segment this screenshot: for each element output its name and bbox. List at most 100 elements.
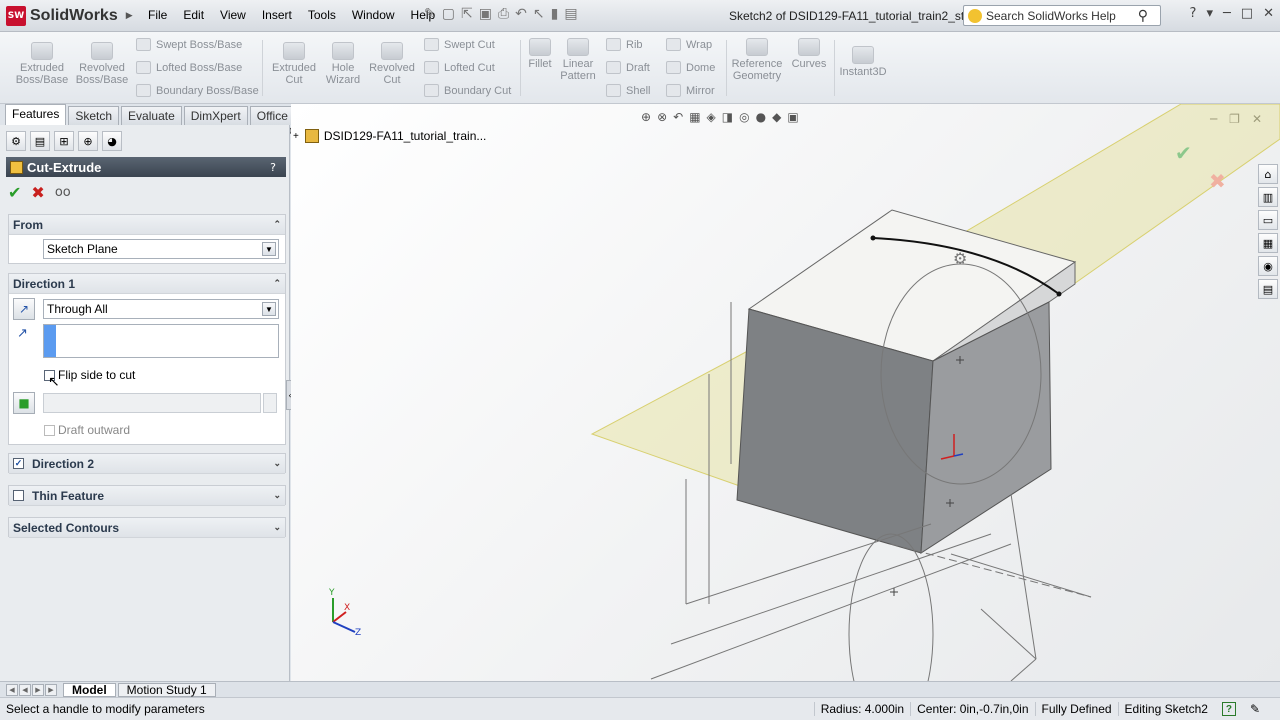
cancel-icon[interactable]: ✖ — [31, 183, 44, 202]
menu-expand-arrow-icon[interactable]: ▶ — [126, 11, 133, 21]
ok-icon[interactable]: ✔ — [8, 183, 21, 202]
draft-outward-option[interactable]: Draft outward — [44, 423, 130, 437]
expand-icon[interactable]: ⌄ — [273, 522, 281, 533]
confirm-ok-icon[interactable]: ✔ — [1175, 141, 1192, 165]
collapse-icon[interactable]: ⌃ — [273, 278, 281, 289]
reference-geometry-button[interactable]: Reference Geometry — [728, 38, 786, 82]
from-header[interactable]: From ⌃ — [9, 215, 285, 235]
app-logo[interactable]: SW SolidWorks ▶ — [6, 6, 133, 26]
revolved-boss-button[interactable]: Revolved Boss/Base — [74, 42, 130, 86]
menu-view[interactable]: View — [212, 8, 254, 22]
thin-feature-header[interactable]: Thin Feature ⌄ — [9, 486, 285, 506]
extruded-cut-button[interactable]: Extruded Cut — [266, 42, 322, 86]
help-menu-icon[interactable]: ? — [1190, 6, 1197, 21]
menu-tools[interactable]: Tools — [300, 8, 344, 22]
fillet-button[interactable]: Fillet — [524, 38, 556, 70]
print-icon[interactable]: ⎙ — [498, 6, 509, 22]
thin-feature-checkbox[interactable] — [13, 490, 24, 501]
rebuild-icon[interactable]: ▮ — [551, 6, 559, 22]
close-icon[interactable]: ✕ — [1263, 6, 1274, 21]
chevron-down-icon[interactable]: ▼ — [262, 302, 276, 316]
tab-evaluate[interactable]: Evaluate — [121, 106, 182, 125]
direction2-checkbox[interactable]: ✓ — [13, 458, 24, 469]
draft-on-off-icon[interactable]: ■ — [13, 392, 35, 414]
direction-selection-box[interactable] — [43, 324, 279, 358]
display-manager-icon[interactable]: ◕ — [102, 131, 122, 151]
view-palette-icon[interactable]: ▦ — [1258, 233, 1278, 253]
instant3d-button[interactable]: Instant3D — [836, 46, 890, 78]
next-tab-icon[interactable]: ▶ — [32, 683, 44, 696]
prev-tab-icon[interactable]: ◀ — [19, 683, 31, 696]
status-help-icon[interactable]: ? — [1221, 702, 1236, 716]
graphics-area[interactable]: ⊕ ⊗ ↶ ▦ ◈ ◨ ◎ ● ◆ ▣ ─ ❐ ✕ + DSID129-FA11… — [291, 104, 1280, 681]
appearances-icon[interactable]: ◉ — [1258, 256, 1278, 276]
mirror-button[interactable]: Mirror — [666, 84, 715, 97]
help-button[interactable]: ? — [270, 161, 276, 174]
wrap-button[interactable]: Wrap — [666, 38, 712, 51]
lofted-boss-button[interactable]: Lofted Boss/Base — [136, 61, 242, 74]
dimxpert-manager-icon[interactable]: ⊕ — [78, 131, 98, 151]
swept-boss-button[interactable]: Swept Boss/Base — [136, 38, 242, 51]
last-tab-icon[interactable]: ▶ — [45, 683, 57, 696]
draft-outward-checkbox[interactable] — [44, 424, 55, 436]
revolved-cut-button[interactable]: Revolved Cut — [364, 42, 420, 86]
linear-pattern-button[interactable]: Linear Pattern — [556, 38, 600, 82]
preview-icon[interactable]: oo — [55, 185, 71, 200]
chevron-down-icon[interactable]: ▼ — [262, 242, 276, 256]
custom-properties-icon[interactable]: ▤ — [1258, 279, 1278, 299]
property-manager-icon[interactable]: ▤ — [30, 131, 50, 151]
confirm-cancel-icon[interactable]: ✖ — [1209, 169, 1226, 193]
menu-file[interactable]: File — [140, 8, 175, 22]
search-input[interactable]: Search SolidWorks Help — [986, 9, 1138, 23]
draft-angle-input[interactable] — [43, 393, 261, 413]
dome-button[interactable]: Dome — [666, 61, 715, 74]
first-tab-icon[interactable]: ◀ — [6, 683, 18, 696]
shell-button[interactable]: Shell — [606, 84, 650, 97]
expand-icon[interactable]: ⌄ — [273, 490, 281, 501]
tab-dimxpert[interactable]: DimXpert — [183, 106, 248, 125]
drag-handle-icon[interactable]: ⚙ — [953, 249, 967, 268]
draft-angle-spinner[interactable] — [263, 393, 277, 413]
dropdown-icon[interactable]: ▾ — [1206, 6, 1213, 21]
from-select[interactable]: Sketch Plane ▼ — [43, 239, 279, 259]
reverse-direction-icon[interactable]: ↗ — [13, 298, 35, 320]
open-icon[interactable]: ⇱ — [461, 6, 473, 22]
collapse-icon[interactable]: ⌃ — [273, 219, 281, 230]
direction2-header[interactable]: ✓ Direction 2 ⌄ — [9, 454, 285, 474]
options-icon[interactable]: ▤ — [564, 6, 577, 22]
curves-button[interactable]: Curves — [788, 38, 830, 70]
lofted-cut-button[interactable]: Lofted Cut — [424, 61, 495, 74]
boundary-cut-button[interactable]: Boundary Cut — [424, 84, 511, 97]
menu-insert[interactable]: Insert — [254, 8, 300, 22]
menu-edit[interactable]: Edit — [175, 8, 212, 22]
direction1-header[interactable]: Direction 1 ⌃ — [9, 274, 285, 294]
hole-wizard-button[interactable]: Hole Wizard — [316, 42, 370, 86]
undo-icon[interactable]: ↶ — [515, 6, 527, 22]
boundary-boss-button[interactable]: Boundary Boss/Base — [136, 84, 259, 97]
draft-button[interactable]: Draft — [606, 61, 650, 74]
extruded-boss-button[interactable]: Extruded Boss/Base — [14, 42, 70, 86]
design-library-icon[interactable]: ▥ — [1258, 187, 1278, 207]
rebuild-status-icon[interactable]: ✎ — [1250, 702, 1260, 716]
search-scope-icon[interactable] — [968, 8, 982, 23]
save-icon[interactable]: ▣ — [479, 6, 492, 22]
tab-motion-study[interactable]: Motion Study 1 — [117, 682, 216, 697]
feature-manager-icon[interactable]: ⚙ — [6, 131, 26, 151]
file-explorer-icon[interactable]: ▭ — [1258, 210, 1278, 230]
search-icon[interactable]: ⚲ — [1138, 8, 1148, 24]
expand-icon[interactable]: ⌄ — [273, 458, 281, 469]
rib-button[interactable]: Rib — [606, 38, 643, 51]
pin-icon[interactable]: ✎ — [424, 6, 436, 22]
help-search-box[interactable]: Search SolidWorks Help ⚲ — [963, 5, 1161, 26]
select-icon[interactable]: ↖ — [533, 6, 545, 22]
tab-sketch[interactable]: Sketch — [68, 106, 120, 125]
maximize-icon[interactable]: □ — [1241, 6, 1253, 21]
home-icon[interactable]: ⌂ — [1258, 164, 1278, 184]
menu-window[interactable]: Window — [344, 8, 403, 22]
minimize-icon[interactable]: ─ — [1223, 6, 1231, 21]
swept-cut-button[interactable]: Swept Cut — [424, 38, 495, 51]
tab-model[interactable]: Model — [63, 682, 116, 697]
new-document-icon[interactable]: ▢ — [442, 6, 455, 22]
end-condition-select[interactable]: Through All ▼ — [43, 299, 279, 319]
tab-features[interactable]: Features — [5, 104, 67, 125]
